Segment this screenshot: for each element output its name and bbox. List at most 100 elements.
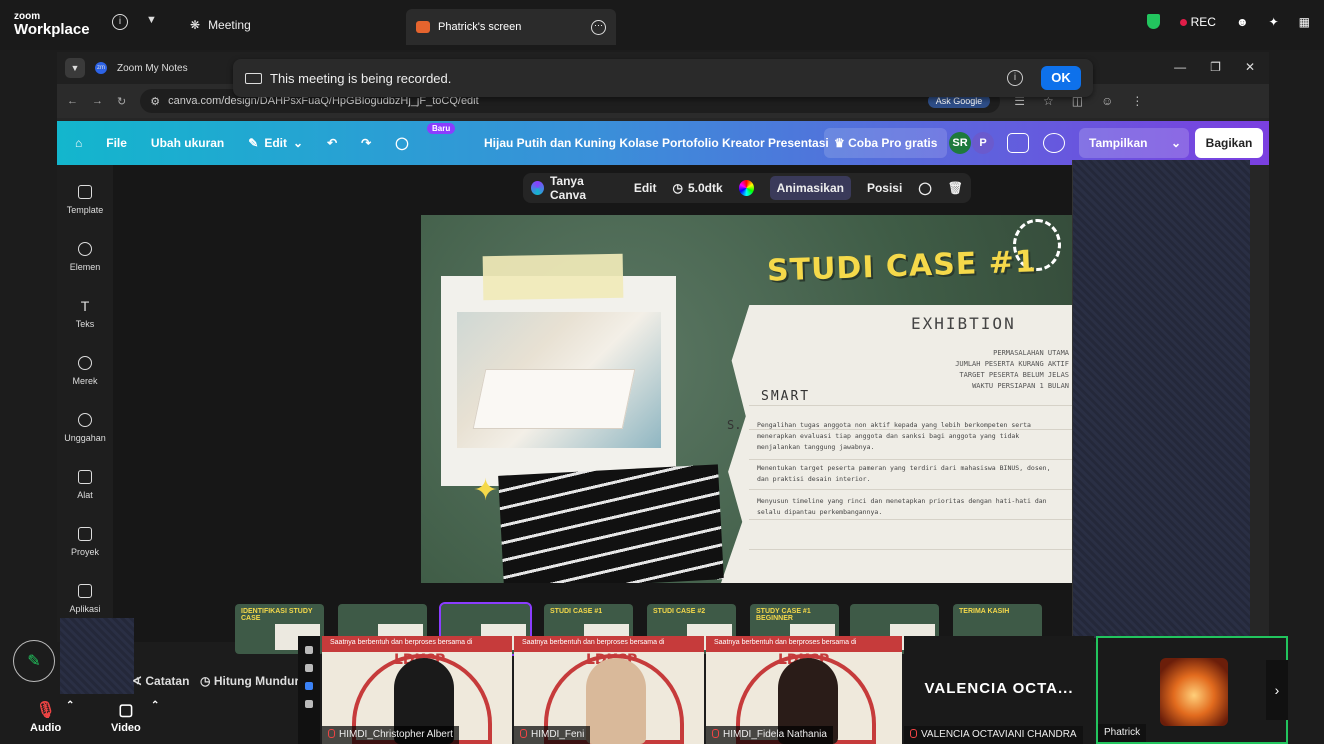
present-label: Tampilkan xyxy=(1089,136,1148,150)
participant-tile[interactable]: Saatnya berbentuh dan berproses bersama … xyxy=(706,636,902,744)
brand-icon xyxy=(78,356,92,370)
position-button[interactable]: Posisi xyxy=(867,181,902,195)
slide-canvas[interactable]: ✦ STUDI CASE #1 EXHIBTION PERMASALAHAN U… xyxy=(421,215,1075,583)
screen-share-icon xyxy=(416,21,430,33)
grid-view-icon[interactable] xyxy=(305,700,313,708)
document-title[interactable]: Hijau Putih dan Kuning Kolase Portofolio… xyxy=(484,136,829,150)
participant-tile[interactable]: Saatnya berbentuh dan berproses bersama … xyxy=(322,636,512,744)
sidebar-item-template[interactable]: Template xyxy=(57,185,113,215)
video-button[interactable]: ▢ Video xyxy=(111,700,141,734)
sidebar-item-apps[interactable]: Aplikasi xyxy=(57,584,113,614)
participant-tile[interactable]: Saatnya berbentuh dan berproses bersama … xyxy=(514,636,704,744)
tab-search-icon[interactable]: ▼ xyxy=(65,58,85,78)
restore-icon[interactable]: ❐ xyxy=(1210,60,1221,74)
window-controls: — ❐ ✕ xyxy=(1174,60,1255,74)
sidebar-item-projects[interactable]: Proyek xyxy=(57,527,113,557)
edit-label: Edit xyxy=(264,136,287,150)
back-icon[interactable]: ← xyxy=(67,95,78,107)
meeting-info-icon[interactable]: i xyxy=(112,14,128,30)
home-icon[interactable]: ⌂ xyxy=(75,136,82,150)
audio-label: Audio xyxy=(30,722,62,734)
participant-name: VALENCIA OCTAVIANI CHANDRA xyxy=(904,726,1083,744)
more-icon[interactable]: ··· xyxy=(591,19,606,35)
meeting-tab[interactable]: ❋ Meeting xyxy=(190,18,251,32)
comment-add-icon[interactable]: ◯ xyxy=(918,181,931,195)
participant-name: HIMDI_Christopher Albert xyxy=(322,726,459,744)
view-dot-icon[interactable] xyxy=(305,646,313,654)
screen-share-tab[interactable]: Phatrick's screen ··· xyxy=(406,9,616,45)
sidebar-item-uploads[interactable]: Unggahan xyxy=(57,413,113,443)
video-options-caret[interactable]: ⌃ xyxy=(151,700,159,722)
close-icon[interactable]: ✕ xyxy=(1245,60,1255,74)
minimize-icon[interactable]: — xyxy=(1174,60,1186,74)
chevron-down-icon[interactable]: ▼ xyxy=(146,14,157,26)
elements-icon xyxy=(78,242,92,256)
comment-icon[interactable] xyxy=(1043,133,1065,153)
people-icon[interactable]: ☻ xyxy=(1236,15,1249,29)
participant-tile[interactable]: VALENCIA OCTA... VALENCIA OCTAVIANI CHAN… xyxy=(904,636,1094,744)
save-status-icon[interactable]: ◯ xyxy=(395,136,408,150)
site-settings-icon[interactable]: ⚙ xyxy=(150,95,160,108)
trash-icon[interactable]: 🗑 xyxy=(948,181,963,195)
zoom-top-right: REC ☻ ✦ ▦ xyxy=(1146,14,1310,29)
audio-options-caret[interactable]: ⌃ xyxy=(66,700,74,722)
timer-button[interactable]: ◷ Hitung Mundur xyxy=(200,674,299,688)
canvas-area: Tanya Canva Edit ◷ 5.0dtk Animasikan Posi… xyxy=(113,165,1125,642)
file-menu[interactable]: File xyxy=(106,136,127,150)
color-wheel-icon[interactable] xyxy=(738,180,754,196)
reload-icon[interactable]: ↻ xyxy=(117,95,126,108)
ok-button[interactable]: OK xyxy=(1041,66,1081,90)
smart-paragraph: Menentukan target peserta pameran yang t… xyxy=(757,464,1051,483)
muted-mic-icon: 🎙 xyxy=(35,702,56,719)
profile-icon[interactable]: ☺ xyxy=(1101,94,1113,108)
annotate-pencil-icon[interactable]: ✎ xyxy=(13,640,55,682)
view-dot-icon[interactable] xyxy=(305,664,313,672)
analytics-icon[interactable] xyxy=(1007,133,1029,153)
ask-canva-button[interactable]: Tanya Canva xyxy=(531,174,618,202)
sidebar-item-text[interactable]: T Teks xyxy=(57,299,113,329)
sidebar-item-brand[interactable]: Merek xyxy=(57,356,113,386)
resize-menu[interactable]: Ubah ukuran xyxy=(151,136,224,150)
video-label: Video xyxy=(111,722,141,734)
try-pro-button[interactable]: ♛ Coba Pro gratis xyxy=(824,128,948,158)
present-button[interactable]: Tampilkan ⌄ xyxy=(1079,128,1189,158)
slide-heading: STUDI CASE #1 xyxy=(766,244,1038,289)
security-shield-icon[interactable] xyxy=(1146,14,1160,29)
rec-indicator[interactable]: REC xyxy=(1179,14,1216,29)
next-page-arrow-icon[interactable]: › xyxy=(1266,660,1288,720)
sidebar-item-tools[interactable]: Alat xyxy=(57,470,113,500)
sidebar-label: Unggahan xyxy=(64,433,106,443)
caret-up-icon: ⌃ xyxy=(66,700,75,711)
animate-button[interactable]: Animasikan xyxy=(769,176,851,200)
rec-label: REC xyxy=(1190,14,1216,29)
sparkle-icon[interactable]: ✦ xyxy=(1269,15,1279,29)
apps-icon[interactable]: ▦ xyxy=(1299,15,1310,29)
float-edit-button[interactable]: Edit xyxy=(634,181,657,195)
new-badge: Baru xyxy=(427,123,456,134)
paper-line xyxy=(749,519,1075,520)
avatar-sr[interactable]: SR xyxy=(949,132,971,154)
paper-line xyxy=(749,549,1075,550)
audio-button[interactable]: 🎙 Audio xyxy=(30,700,61,734)
problem-item: TARGET PESERTA BELUM JELAS xyxy=(959,371,1069,379)
participant-name-text: HIMDI_Feni xyxy=(531,729,585,740)
forward-icon[interactable]: → xyxy=(92,95,103,107)
duration-button[interactable]: ◷ 5.0dtk xyxy=(673,181,723,195)
browser-tab-title[interactable]: Zoom My Notes xyxy=(117,63,188,74)
video-camera-icon: ▢ xyxy=(118,702,134,719)
avatar-p[interactable]: P xyxy=(972,132,994,154)
menu-kebab-icon[interactable]: ⋮ xyxy=(1131,94,1143,108)
sidebar-label: Template xyxy=(66,205,104,215)
template-icon xyxy=(78,185,92,199)
participant-tile-active[interactable]: Phatrick xyxy=(1096,636,1288,744)
share-button[interactable]: Bagikan xyxy=(1195,128,1263,158)
redo-icon[interactable]: ↷ xyxy=(361,136,371,150)
participant-name: HIMDI_Feni xyxy=(514,726,591,744)
edit-menu[interactable]: ✎ Edit ⌄ xyxy=(248,136,303,150)
notes-button[interactable]: ∢ Catatan xyxy=(132,674,189,688)
view-dot-active-icon[interactable] xyxy=(305,682,313,690)
paper-line xyxy=(749,489,1075,490)
undo-icon[interactable]: ↶ xyxy=(327,136,337,150)
info-icon[interactable]: i xyxy=(1007,70,1023,86)
sidebar-item-elements[interactable]: Elemen xyxy=(57,242,113,272)
